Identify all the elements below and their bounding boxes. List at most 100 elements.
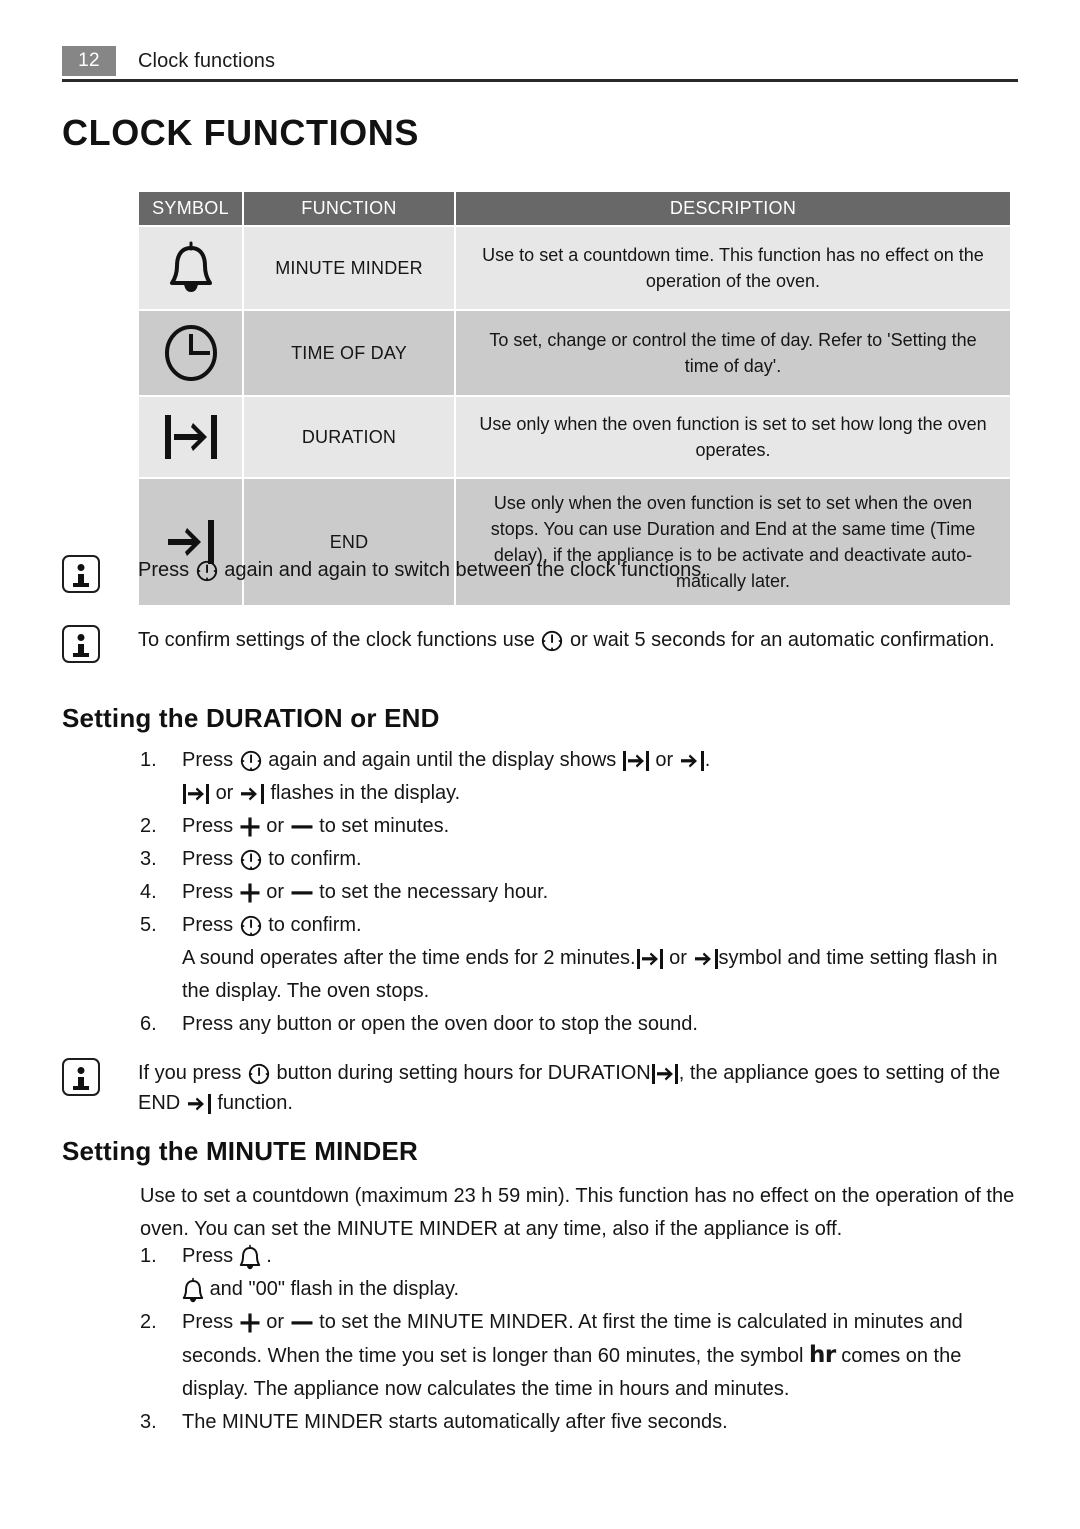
table-row: DURATION Use only when the oven function…	[137, 395, 1012, 479]
column-header-description: DESCRIPTION	[454, 190, 1012, 227]
step-text: Press or to set the necessary hour.	[182, 876, 1018, 909]
step-number: 6.	[140, 1013, 157, 1035]
step-text-d: .	[704, 749, 711, 771]
duration-icon	[182, 783, 210, 805]
list-item: 4. Press or to set the necessary hour.	[140, 876, 1018, 909]
duration-icon	[160, 409, 222, 465]
clock-icon	[163, 323, 219, 383]
document-page: 12 Clock functions CLOCK FUNCTIONS SYMBO…	[0, 0, 1080, 1529]
list-item: 1. Press .	[140, 1240, 1018, 1273]
note-confirm-settings: To confirm settings of the clock functio…	[62, 625, 1018, 663]
step-text-b: to confirm.	[268, 848, 362, 870]
clock-button-icon	[239, 749, 263, 773]
step-number: 5.	[140, 914, 157, 936]
clock-button-icon	[239, 914, 263, 938]
step-text-b: or	[266, 1311, 285, 1333]
step-number: 2.	[140, 1311, 157, 1333]
description-cell: Use to set a countdown time. This functi…	[454, 225, 1012, 311]
step-text: Press to confirm.	[182, 843, 1018, 876]
note-text-a: If you press	[138, 1062, 242, 1084]
step-number: 3.	[140, 848, 157, 870]
clock-button-icon	[247, 1062, 271, 1086]
symbol-cell	[137, 395, 244, 479]
end-icon	[693, 948, 719, 970]
step-text: and "00" flash in the display.	[182, 1273, 1018, 1306]
minus-icon	[290, 1312, 314, 1334]
step-text-c: or	[655, 749, 674, 771]
note-text: Press again and again to switch between …	[138, 555, 707, 585]
list-item: 2. Press or to set the MINUTE MINDER. At…	[140, 1306, 1018, 1406]
symbol-cell	[137, 225, 244, 311]
table-header-row: SYMBOL FUNCTION DESCRIPTION	[137, 190, 1012, 227]
clock-button-icon	[239, 848, 263, 872]
clock-button-icon	[540, 629, 564, 653]
step-text-b: .	[266, 1245, 272, 1267]
duration-icon	[622, 750, 650, 772]
step-text: The MINUTE MINDER starts automatically a…	[182, 1411, 728, 1433]
end-icon	[679, 750, 705, 772]
step-text-b: and "00" flash in the display.	[209, 1278, 460, 1300]
description-cell: To set, change or control the time of da…	[454, 309, 1012, 397]
duration-icon	[636, 948, 664, 970]
note-text-after: or wait 5 seconds for an automatic confi…	[569, 629, 995, 651]
list-item: 3. The MINUTE MINDER starts automaticall…	[140, 1406, 1018, 1439]
step-text-c: to set the necessary hour.	[319, 881, 549, 903]
minute-minder-intro: Use to set a countdown (maximum 23 h 59 …	[140, 1185, 1015, 1240]
step-text: or flashes in the display.	[182, 777, 1018, 810]
page-title: CLOCK FUNCTIONS	[62, 112, 419, 153]
note-text: To confirm settings of the clock functio…	[138, 625, 1018, 655]
page-number: 12	[62, 46, 116, 76]
step-text-a: Press	[182, 848, 234, 870]
note-text: If you press button during setting hours…	[138, 1058, 1018, 1118]
list-item: 5. Press to confirm.	[140, 909, 1018, 942]
list-item: 3. Press to confirm.	[140, 843, 1018, 876]
note-text-before: Press	[138, 559, 190, 581]
procedure-minute-minder: 1. Press . and "00" flash in the display…	[140, 1240, 1018, 1439]
end-icon	[239, 783, 265, 805]
plus-icon	[239, 1312, 261, 1334]
step-text: A sound operates after the time ends for…	[182, 942, 1018, 1008]
step-text: Press .	[182, 1240, 1018, 1273]
step-number: 3.	[140, 1411, 157, 1433]
clock-button-icon	[195, 559, 219, 583]
step-number: 1.	[140, 1245, 157, 1267]
end-icon	[186, 1093, 212, 1115]
minus-icon	[290, 882, 314, 904]
table-row: TIME OF DAY To set, change or control th…	[137, 309, 1012, 397]
step-text-a: A sound operates after the time ends for…	[182, 947, 636, 969]
step-text-a: Press	[182, 914, 234, 936]
step-text: Press to confirm.	[182, 909, 1018, 942]
header-rule	[62, 79, 1018, 82]
list-item: or flashes in the display.	[140, 777, 1018, 810]
step-text-b: or	[266, 881, 285, 903]
duration-icon	[651, 1063, 679, 1085]
step-text: Press any button or open the oven door t…	[182, 1013, 698, 1035]
running-header: 12 Clock functions	[62, 44, 1018, 78]
list-item: 2. Press or to set minutes.	[140, 810, 1018, 843]
info-icon	[62, 555, 100, 593]
running-header-title: Clock functions	[138, 49, 276, 72]
step-text-b: again and again until the display shows	[268, 749, 617, 771]
note-text-d: function.	[217, 1092, 293, 1114]
step-text-b: or	[215, 782, 234, 804]
list-item: 1. Press again and again until the displ…	[140, 744, 1018, 777]
step-text-b: or	[669, 947, 687, 969]
symbol-cell	[137, 309, 244, 397]
function-cell: DURATION	[242, 395, 456, 479]
list-item: and "00" flash in the display.	[140, 1273, 1018, 1306]
list-item: A sound operates after the time ends for…	[140, 942, 1018, 1008]
procedure-duration-end: 1. Press again and again until the displ…	[140, 744, 1018, 1041]
step-text-a: Press	[182, 749, 234, 771]
function-cell: MINUTE MINDER	[242, 225, 456, 311]
step-text-a: Press	[182, 1311, 234, 1333]
note-text-b: button during setting hours for DURATION	[276, 1062, 651, 1084]
step-number: 2.	[140, 815, 157, 837]
bell-icon	[182, 1277, 204, 1303]
description-cell: Use only when the oven function is set t…	[454, 395, 1012, 479]
note-text-before: To confirm settings of the clock functio…	[138, 629, 535, 651]
list-item: 6. Press any button or open the oven doo…	[140, 1008, 1018, 1041]
function-cell: TIME OF DAY	[242, 309, 456, 397]
plus-icon	[239, 882, 261, 904]
info-icon	[62, 625, 100, 663]
step-text: Press again and again until the display …	[182, 744, 1018, 777]
